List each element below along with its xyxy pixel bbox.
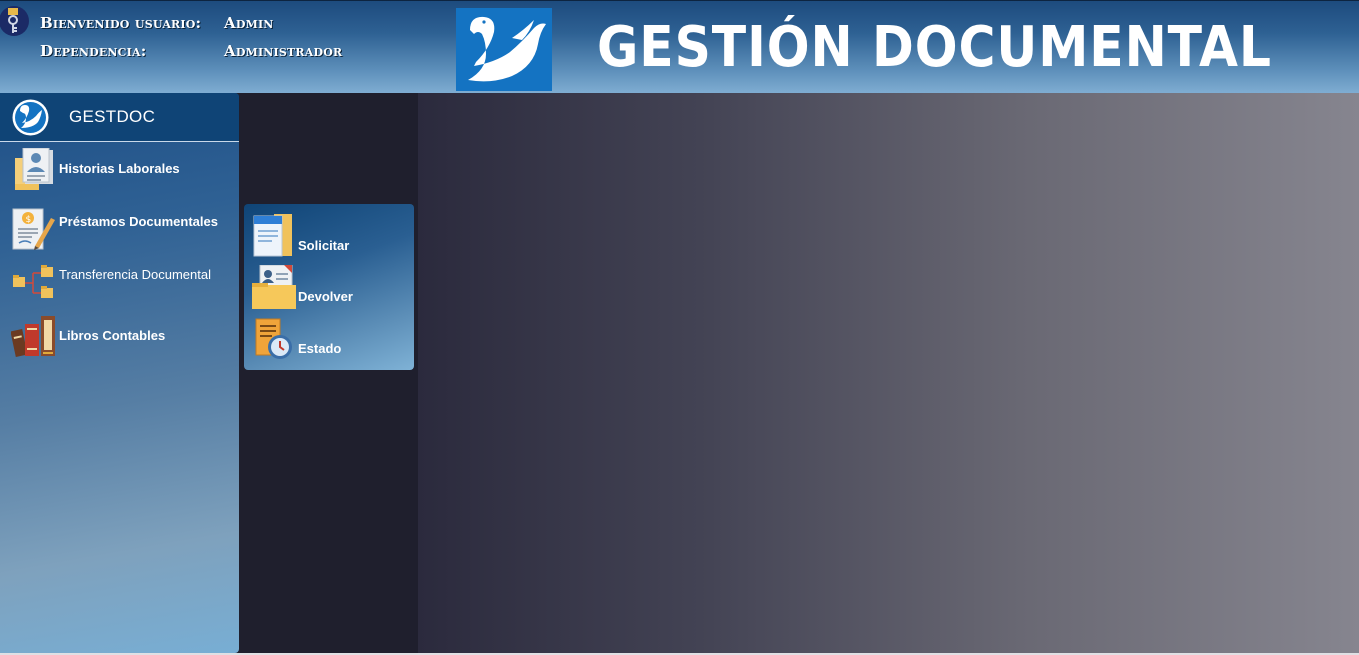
sidebar-item-label: Historias Laborales (59, 161, 180, 176)
dependency-value: Administrador (224, 42, 343, 60)
status-clock-icon (255, 318, 292, 359)
sidebar-item-label: Préstamos Documentales (59, 214, 218, 229)
submenu-item-label: Estado (298, 341, 342, 356)
employee-records-icon (15, 148, 53, 190)
books-icon (11, 316, 55, 357)
submenu-item-label: Solicitar (298, 238, 350, 253)
submenu-prestamos: Solicitar Devolver Estado (244, 204, 414, 370)
key-user-icon (0, 6, 29, 36)
svg-text:$: $ (26, 215, 32, 225)
sidebar-item-libros-contables[interactable]: Libros Contables (0, 314, 239, 366)
dependency-label: Dependencia: (40, 42, 147, 60)
sidebar-header: GESTDOC (0, 93, 239, 142)
sidebar: GESTDOC Historias Laborales $ Préstamos … (0, 93, 239, 653)
return-folder-icon (252, 265, 296, 309)
sidebar-item-historias-laborales[interactable]: Historias Laborales (0, 148, 239, 200)
request-document-icon (253, 214, 292, 257)
sidebar-item-label: Transferencia Documental (59, 267, 211, 282)
submenu-item-devolver[interactable]: Devolver (244, 265, 414, 311)
document-loan-icon: $ (12, 208, 55, 250)
main-content (418, 93, 1359, 653)
submenu-item-label: Devolver (298, 289, 353, 304)
user-name: Admin (224, 14, 274, 32)
app-header: Bienvenido usuario: Dependencia: Admin A… (0, 0, 1359, 93)
sidebar-item-label: Libros Contables (59, 328, 166, 343)
app-title: GESTIÓN DOCUMENTAL (597, 15, 1272, 80)
swan-logo-icon (456, 8, 552, 91)
swan-logo-icon (12, 99, 49, 136)
sidebar-item-transferencia-documental[interactable]: Transferencia Documental (0, 261, 239, 313)
sidebar-item-prestamos-documentales[interactable]: $ Préstamos Documentales (0, 206, 239, 258)
submenu-item-estado[interactable]: Estado (244, 317, 414, 363)
folder-tree-icon (13, 265, 53, 298)
sidebar-title: GESTDOC (69, 107, 156, 126)
welcome-label: Bienvenido usuario: (40, 14, 202, 32)
submenu-item-solicitar[interactable]: Solicitar (244, 214, 414, 260)
